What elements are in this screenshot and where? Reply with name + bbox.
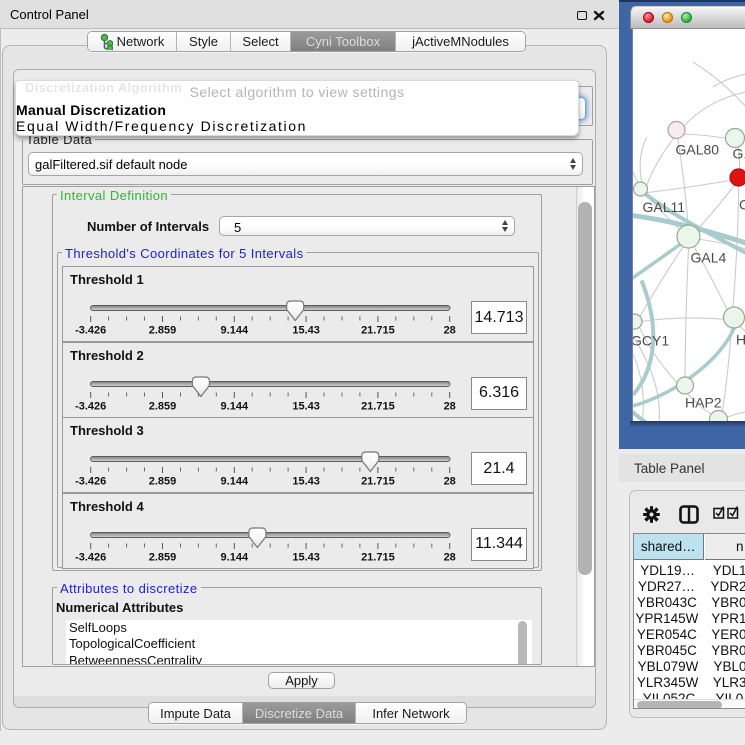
svg-text:15.43: 15.43 (292, 400, 320, 412)
svg-text:15.43: 15.43 (292, 551, 320, 563)
svg-text:9.144: 9.144 (221, 325, 249, 337)
svg-text:9.144: 9.144 (221, 400, 249, 412)
svg-text:GAL4: GAL4 (691, 249, 727, 265)
svg-text:21.715: 21.715 (361, 325, 395, 337)
svg-text:28: 28 (444, 400, 456, 412)
svg-text:HAP2: HAP2 (685, 394, 722, 410)
svg-text:GAL11: GAL11 (643, 199, 686, 215)
svg-text:9.144: 9.144 (221, 551, 249, 563)
svg-text:-3.426: -3.426 (75, 551, 106, 563)
svg-text:2.859: 2.859 (149, 400, 177, 412)
svg-text:-3.426: -3.426 (75, 476, 106, 488)
svg-text:-3.426: -3.426 (75, 325, 106, 337)
svg-text:C: C (739, 196, 745, 212)
svg-text:-3.426: -3.426 (75, 400, 106, 412)
svg-text:9.144: 9.144 (221, 476, 249, 488)
svg-text:28: 28 (444, 551, 456, 563)
svg-text:2.859: 2.859 (149, 325, 177, 337)
svg-text:H: H (736, 331, 745, 347)
svg-text:28: 28 (444, 325, 456, 337)
svg-text:2.859: 2.859 (149, 476, 177, 488)
svg-text:21.715: 21.715 (361, 400, 395, 412)
svg-text:GCY1: GCY1 (633, 332, 669, 348)
svg-text:GAL80: GAL80 (676, 141, 720, 157)
svg-text:2.859: 2.859 (149, 551, 177, 563)
svg-text:28: 28 (444, 476, 456, 488)
svg-text:G.: G. (733, 145, 745, 161)
svg-text:15.43: 15.43 (292, 476, 320, 488)
svg-text:21.715: 21.715 (361, 476, 395, 488)
svg-text:21.715: 21.715 (361, 551, 395, 563)
svg-text:15.43: 15.43 (292, 325, 320, 337)
